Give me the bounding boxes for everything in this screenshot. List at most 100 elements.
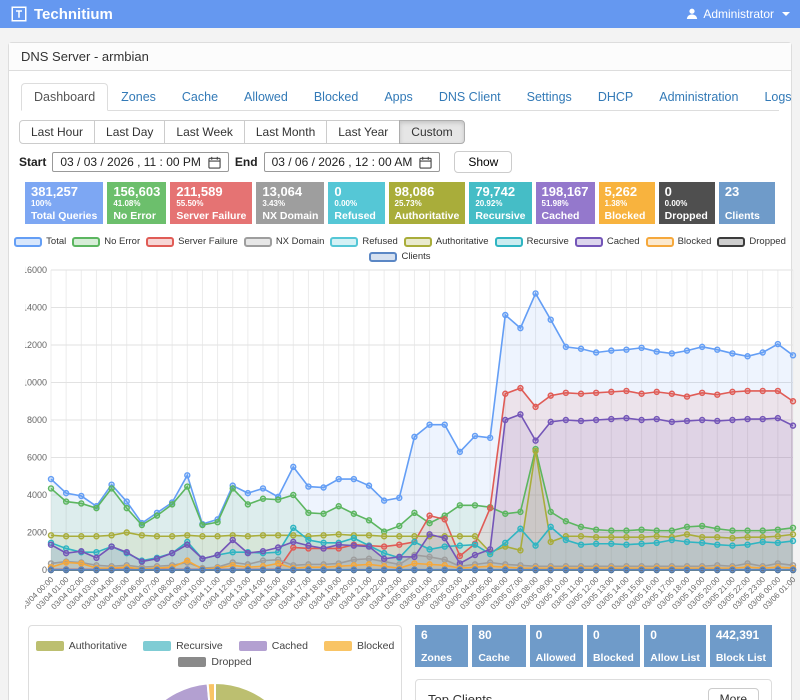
tab-cache[interactable]: Cache xyxy=(169,83,231,111)
legend-item-server-failure[interactable]: Server Failure xyxy=(146,236,238,247)
stat-label: Clients xyxy=(725,211,769,222)
legend-swatch xyxy=(14,237,42,247)
user-name: Administrator xyxy=(703,7,774,21)
pie-legend-item-blocked[interactable]: Blocked xyxy=(324,640,394,652)
pie-slice-authoritative xyxy=(215,683,300,700)
legend-label: No Error xyxy=(104,236,140,247)
legend-swatch xyxy=(717,237,745,247)
legend-swatch xyxy=(330,237,358,247)
stat-card-dropped: 00.00%Dropped xyxy=(659,182,715,224)
nav-tabs: DashboardZonesCacheAllowedBlockedAppsDNS… xyxy=(21,83,779,111)
range-button-last-day[interactable]: Last Day xyxy=(94,120,165,144)
server-stat-label: Allowed xyxy=(536,653,577,664)
tab-settings[interactable]: Settings xyxy=(514,83,585,111)
pie-legend-swatch xyxy=(324,641,352,651)
legend-item-no-error[interactable]: No Error xyxy=(72,236,140,247)
range-button-custom[interactable]: Custom xyxy=(399,120,464,144)
tab-administration[interactable]: Administration xyxy=(646,83,751,111)
range-button-last-hour[interactable]: Last Hour xyxy=(19,120,95,144)
pie-legend-label: Recursive xyxy=(176,640,223,652)
legend-swatch xyxy=(72,237,100,247)
stat-percent: 0.00% xyxy=(665,200,709,208)
legend-item-refused[interactable]: Refused xyxy=(330,236,397,247)
end-datetime-input[interactable]: 03 / 06 / 2026 , 12 : 00 AM xyxy=(264,152,441,172)
server-stat-value: 0 xyxy=(593,629,634,641)
stat-value: 381,257 xyxy=(31,185,97,198)
legend-label: Recursive xyxy=(527,236,569,247)
legend-label: Refused xyxy=(362,236,397,247)
top-clients-header: Top Clients More xyxy=(416,680,771,700)
brand-link[interactable]: Technitium xyxy=(10,5,113,23)
legend-label: Server Failure xyxy=(178,236,238,247)
start-datetime-input[interactable]: 03 / 03 / 2026 , 11 : 00 PM xyxy=(52,152,229,172)
tab-logs[interactable]: Logs xyxy=(751,83,800,111)
svg-text:8000: 8000 xyxy=(27,415,47,425)
legend-swatch xyxy=(575,237,603,247)
stat-percent xyxy=(725,200,769,208)
top-clients-more-button[interactable]: More xyxy=(708,688,759,700)
top-clients-panel: Top Clients More xyxy=(415,679,772,700)
legend-swatch xyxy=(146,237,174,247)
technitium-logo-icon xyxy=(10,5,28,23)
user-menu[interactable]: Administrator xyxy=(686,7,790,21)
tab-zones[interactable]: Zones xyxy=(108,83,169,111)
pie-legend-item-recursive[interactable]: Recursive xyxy=(143,640,223,652)
pie-legend-item-cached[interactable]: Cached xyxy=(239,640,308,652)
legend-item-nx-domain[interactable]: NX Domain xyxy=(244,236,325,247)
legend-label: Total xyxy=(46,236,66,247)
range-button-last-year[interactable]: Last Year xyxy=(326,120,400,144)
legend-swatch xyxy=(646,237,674,247)
calendar-icon xyxy=(208,156,221,169)
custom-range-row: Start 03 / 03 / 2026 , 11 : 00 PM End 03… xyxy=(19,151,781,173)
legend-item-blocked[interactable]: Blocked xyxy=(646,236,712,247)
legend-item-clients[interactable]: Clients xyxy=(369,251,430,262)
stat-percent: 3.43% xyxy=(262,200,318,208)
legend-label: Clients xyxy=(401,251,430,262)
stat-card-no-error: 156,60341.08%No Error xyxy=(107,182,166,224)
query-type-doughnut-chart xyxy=(29,672,401,700)
stat-card-server-failure: 211,58955.50%Server Failure xyxy=(170,182,252,224)
stat-value: 198,167 xyxy=(542,185,589,198)
start-datetime-value: 03 / 03 / 2026 , 11 : 00 PM xyxy=(60,155,201,169)
range-button-last-week[interactable]: Last Week xyxy=(164,120,244,144)
tab-apps[interactable]: Apps xyxy=(371,83,426,111)
main-panel: DNS Server - armbian DashboardZonesCache… xyxy=(8,42,792,700)
stat-percent: 55.50% xyxy=(176,200,246,208)
legend-item-total[interactable]: Total xyxy=(14,236,66,247)
tab-allowed[interactable]: Allowed xyxy=(231,83,301,111)
stat-label: No Error xyxy=(113,211,160,222)
server-stat-value: 0 xyxy=(536,629,577,641)
stat-value: 156,603 xyxy=(113,185,160,198)
legend-swatch xyxy=(244,237,272,247)
stat-card-blocked: 5,2621.38%Blocked xyxy=(599,182,655,224)
tab-dns-client[interactable]: DNS Client xyxy=(426,83,514,111)
show-button[interactable]: Show xyxy=(454,151,512,173)
tab-dhcp[interactable]: DHCP xyxy=(585,83,646,111)
dashboard-controls: Last HourLast DayLast WeekLast MonthLast… xyxy=(9,111,791,700)
svg-text:16000: 16000 xyxy=(25,265,47,275)
legend-label: Cached xyxy=(607,236,640,247)
legend-item-cached[interactable]: Cached xyxy=(575,236,640,247)
stat-label: Blocked xyxy=(605,211,649,222)
tab-blocked[interactable]: Blocked xyxy=(301,83,371,111)
pie-legend-label: Cached xyxy=(272,640,308,652)
queries-line-chart: 020004000600080001000012000140001600003/… xyxy=(25,264,797,612)
line-chart-legend: Total No Error Server Failure NX Domain Refu… xyxy=(19,236,781,262)
pie-chart-legend: Authoritative Recursive Cached Blocked Dropp… xyxy=(29,640,401,668)
pie-legend-label: Blocked xyxy=(357,640,394,652)
stat-label: Cached xyxy=(542,211,589,222)
legend-item-authoritative[interactable]: Authoritative xyxy=(404,236,489,247)
server-stat-value: 0 xyxy=(650,629,700,641)
svg-text:4000: 4000 xyxy=(27,490,47,500)
legend-item-recursive[interactable]: Recursive xyxy=(495,236,569,247)
pie-legend-item-dropped[interactable]: Dropped xyxy=(178,656,251,668)
pie-legend-item-authoritative[interactable]: Authoritative xyxy=(36,640,127,652)
stat-percent: 100% xyxy=(31,200,97,208)
tab-dashboard[interactable]: Dashboard xyxy=(21,83,108,111)
pie-legend-label: Authoritative xyxy=(69,640,127,652)
range-button-last-month[interactable]: Last Month xyxy=(244,120,327,144)
legend-item-dropped[interactable]: Dropped xyxy=(717,236,785,247)
stat-label: Recursive xyxy=(475,211,525,222)
stat-label: Dropped xyxy=(665,211,709,222)
chevron-down-icon xyxy=(782,12,790,16)
